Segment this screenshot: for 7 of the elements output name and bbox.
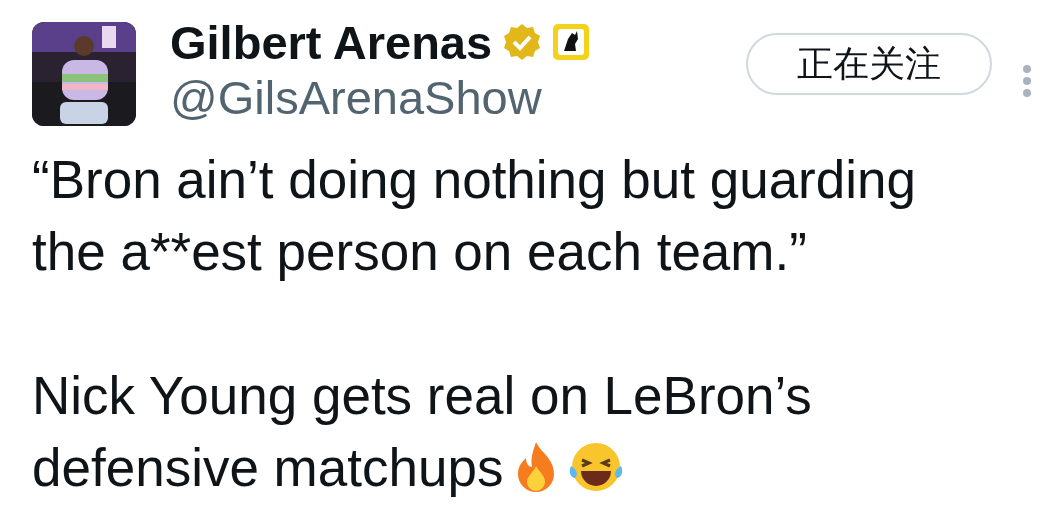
follow-button[interactable]: 正在关注 [746,33,992,95]
tweet-text: “Bron ain’t doing nothing but guarding the a**est person on each team.” [32,149,917,283]
author-handle: @GilsArenaShow [170,70,543,125]
affiliate-badge-icon [552,23,591,61]
more-options-icon[interactable] [1022,64,1032,98]
tweet-text: Nick Young gets real on LeBron’s defensive matchups [32,365,813,499]
author-name: Gilbert Arenas [170,14,493,70]
